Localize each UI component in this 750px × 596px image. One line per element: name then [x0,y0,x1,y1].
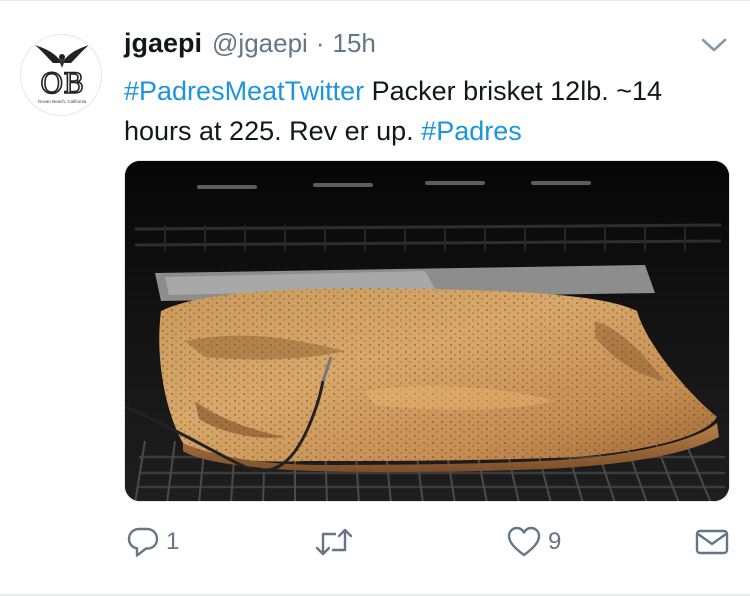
direct-message-icon [695,529,729,555]
more-options-button[interactable] [700,36,728,54]
retweet-button[interactable] [314,522,360,562]
author-name[interactable]: jgaepi [124,28,202,59]
brisket-photo [125,161,729,501]
hashtag-link[interactable]: #Padres [421,116,522,146]
tweet-photo[interactable] [124,160,730,502]
reply-icon [127,527,159,557]
tweet-timestamp[interactable]: 15h [333,28,376,59]
reply-count: 1 [166,528,180,555]
top-divider [0,0,750,1]
direct-message-button[interactable] [694,522,730,562]
chevron-down-icon [701,38,727,52]
retweet-icon [315,528,353,556]
avatar-logo-text: OB [40,67,84,100]
tweet-header: jgaepi @jgaepi · 15h [124,28,376,64]
hashtag-link[interactable]: #PadresMeatTwitter [124,76,364,106]
ob-logo: OB Ocean Beach, California [35,45,89,104]
like-count: 9 [548,528,562,555]
avatar[interactable]: OB Ocean Beach, California [20,34,102,116]
like-button[interactable]: 9 [506,522,561,562]
reply-button[interactable]: 1 [126,522,179,562]
avatar-logo-caption: Ocean Beach, California [38,99,87,104]
tweet-text: #PadresMeatTwitter Packer brisket 12lb. … [124,71,724,151]
header-separator: · [315,28,325,58]
tweet-actions: 1 9 [124,522,734,566]
author-handle[interactable]: @jgaepi [212,28,308,59]
like-icon [507,526,541,557]
